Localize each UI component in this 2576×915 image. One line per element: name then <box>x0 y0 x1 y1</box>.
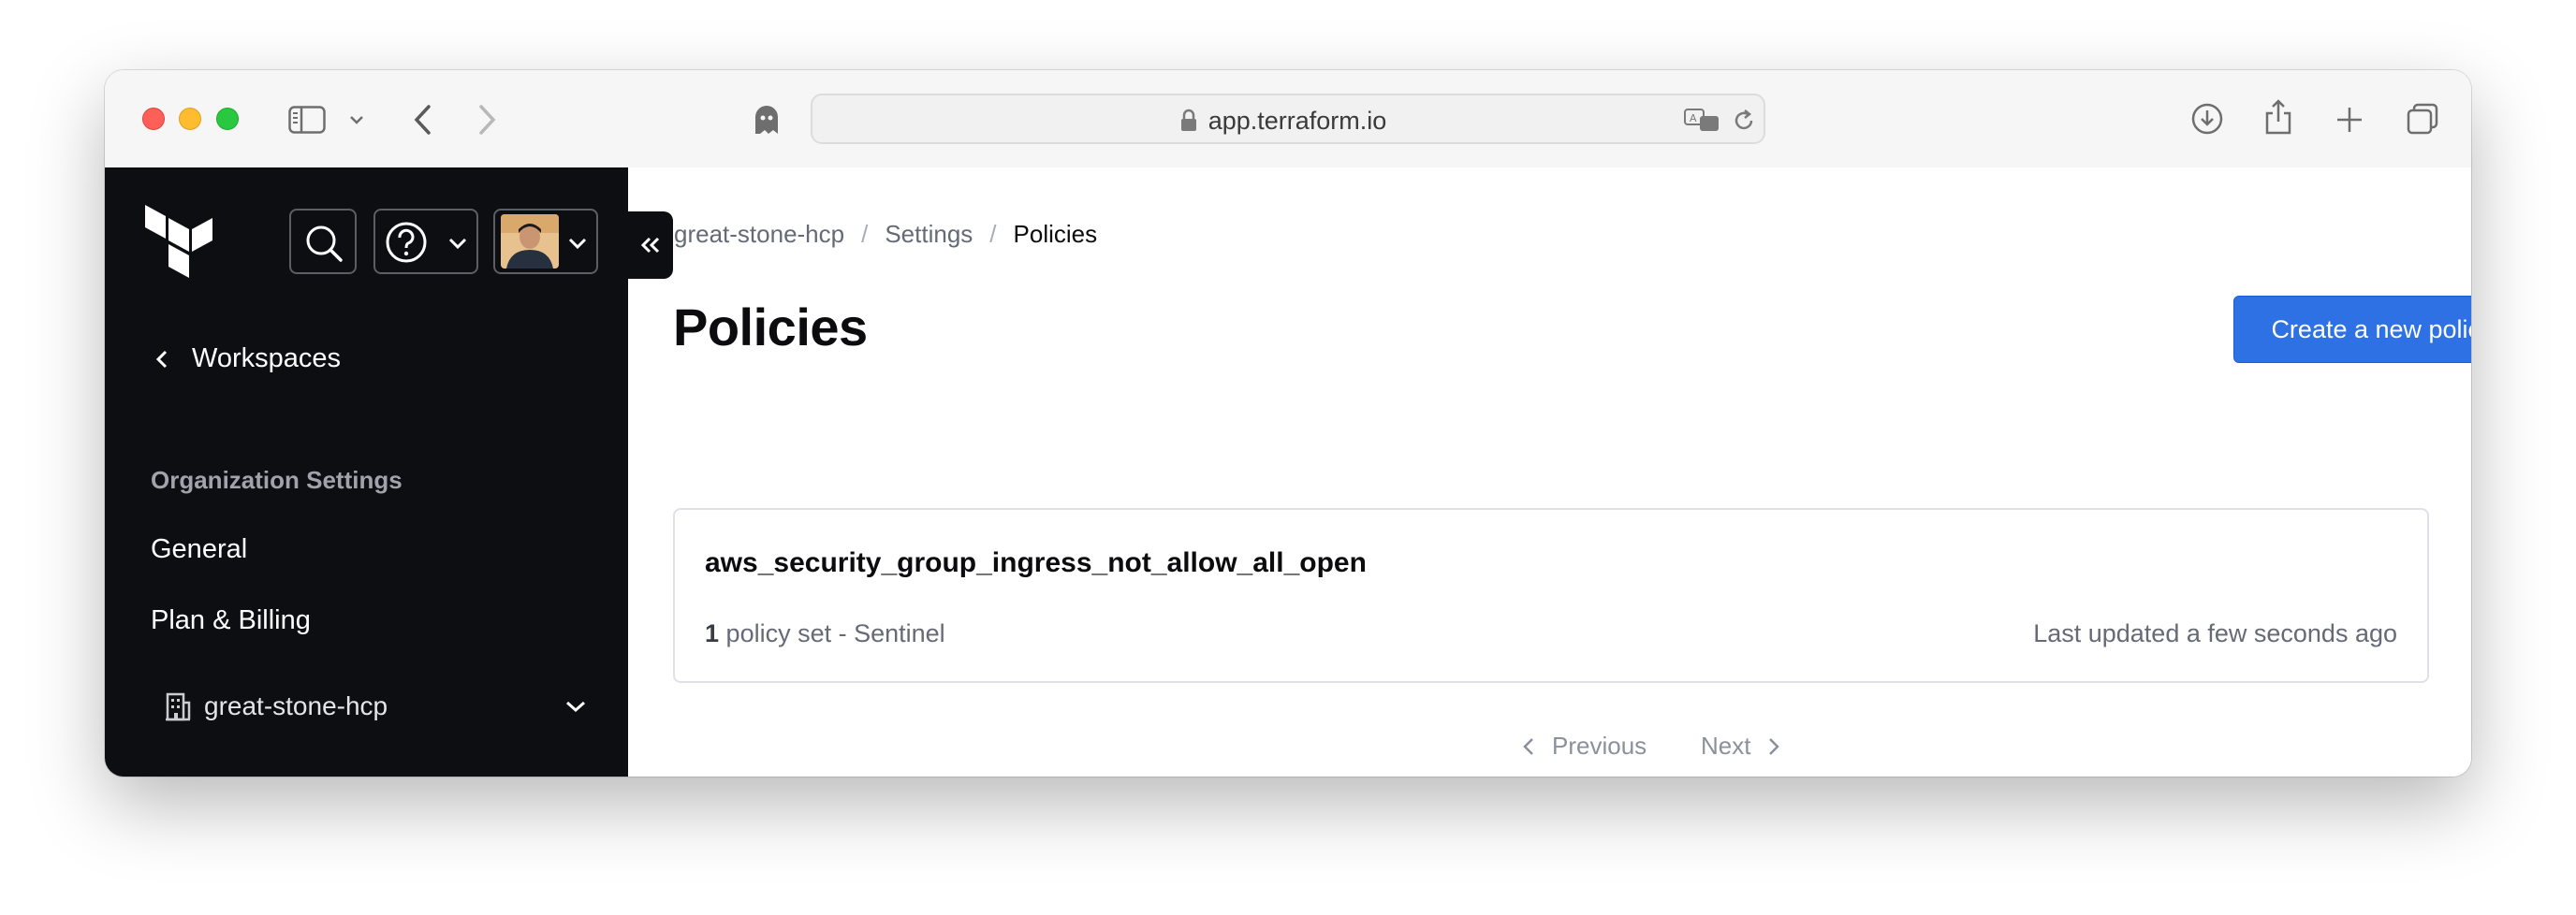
reload-icon[interactable] <box>1732 108 1756 134</box>
next-label: Next <box>1701 732 1751 760</box>
policy-name[interactable]: aws_security_group_ingress_not_allow_all… <box>705 547 1367 579</box>
collapse-icon <box>640 237 660 254</box>
breadcrumb: great-stone-hcp / Settings / Policies <box>674 220 1097 249</box>
avatar <box>501 214 559 269</box>
minimize-window-button[interactable] <box>179 108 201 130</box>
breadcrumb-organization[interactable]: great-stone-hcp <box>674 220 844 249</box>
breadcrumb-settings[interactable]: Settings <box>885 220 973 249</box>
ghost-icon[interactable] <box>753 104 781 136</box>
chevron-left-icon <box>155 350 168 368</box>
page-title: Policies <box>673 298 868 356</box>
policy-card[interactable]: aws_security_group_ingress_not_allow_all… <box>673 508 2429 683</box>
building-icon <box>166 692 191 721</box>
sidebar-toggle-icon[interactable] <box>288 106 326 134</box>
chevron-right-icon <box>1769 737 1780 755</box>
main-content: great-stone-hcp / Settings / Policies Po… <box>628 167 2471 777</box>
chevron-left-icon <box>1523 737 1533 755</box>
tabs-overview-icon[interactable] <box>2406 102 2439 136</box>
svg-text:A: A <box>1690 112 1697 124</box>
browser-window: app.terraform.io A Workspaces Organizati… <box>105 70 2471 777</box>
previous-label: Previous <box>1552 732 1647 760</box>
search-icon <box>306 225 343 262</box>
sidebar-item-general[interactable]: General <box>151 534 247 565</box>
create-policy-button[interactable]: Create a new policy <box>2233 296 2471 363</box>
section-title: Organization Settings <box>151 466 402 494</box>
policy-set-info: 1 policy set - Sentinel <box>705 619 945 648</box>
help-menu-button[interactable] <box>373 209 478 274</box>
help-icon <box>386 222 427 263</box>
back-to-workspaces-link[interactable]: Workspaces <box>154 343 341 374</box>
chevron-down-icon <box>566 701 585 713</box>
download-icon[interactable] <box>2190 102 2224 136</box>
workspaces-label: Workspaces <box>192 343 342 373</box>
breadcrumb-separator: / <box>989 220 997 248</box>
sidebar-item-plan-billing[interactable]: Plan & Billing <box>151 605 311 636</box>
sidebar: Workspaces Organization Settings General… <box>105 167 628 777</box>
previous-page-button[interactable]: Previous <box>1522 732 1647 761</box>
address-bar[interactable]: app.terraform.io A <box>811 94 1765 144</box>
back-icon[interactable] <box>412 104 432 136</box>
policy-set-count: 1 <box>705 619 720 647</box>
policy-set-meta: policy set - Sentinel <box>725 619 945 647</box>
chevron-down-icon[interactable] <box>349 114 364 125</box>
zoom-window-button[interactable] <box>216 108 239 130</box>
chevron-down-icon <box>448 238 467 250</box>
search-button[interactable] <box>289 209 357 274</box>
breadcrumb-separator: / <box>861 220 869 248</box>
chevron-down-icon <box>568 238 587 250</box>
organization-switcher[interactable]: great-stone-hcp <box>165 684 586 729</box>
share-icon[interactable] <box>2263 98 2293 136</box>
next-page-button[interactable]: Next <box>1701 732 1780 761</box>
breadcrumb-current: Policies <box>1013 220 1098 248</box>
close-window-button[interactable] <box>142 108 165 130</box>
user-menu-button[interactable] <box>493 209 598 274</box>
policy-last-updated: Last updated a few seconds ago <box>2033 619 2397 647</box>
forward-icon[interactable] <box>477 104 498 136</box>
translate-icon[interactable]: A <box>1683 108 1720 132</box>
terraform-logo[interactable] <box>145 205 214 282</box>
url-text: app.terraform.io <box>1208 107 1387 135</box>
collapse-sidebar-button[interactable] <box>628 211 673 279</box>
browser-toolbar: app.terraform.io A <box>105 70 2471 168</box>
organization-name: great-stone-hcp <box>204 691 388 720</box>
new-tab-icon[interactable] <box>2335 106 2364 134</box>
